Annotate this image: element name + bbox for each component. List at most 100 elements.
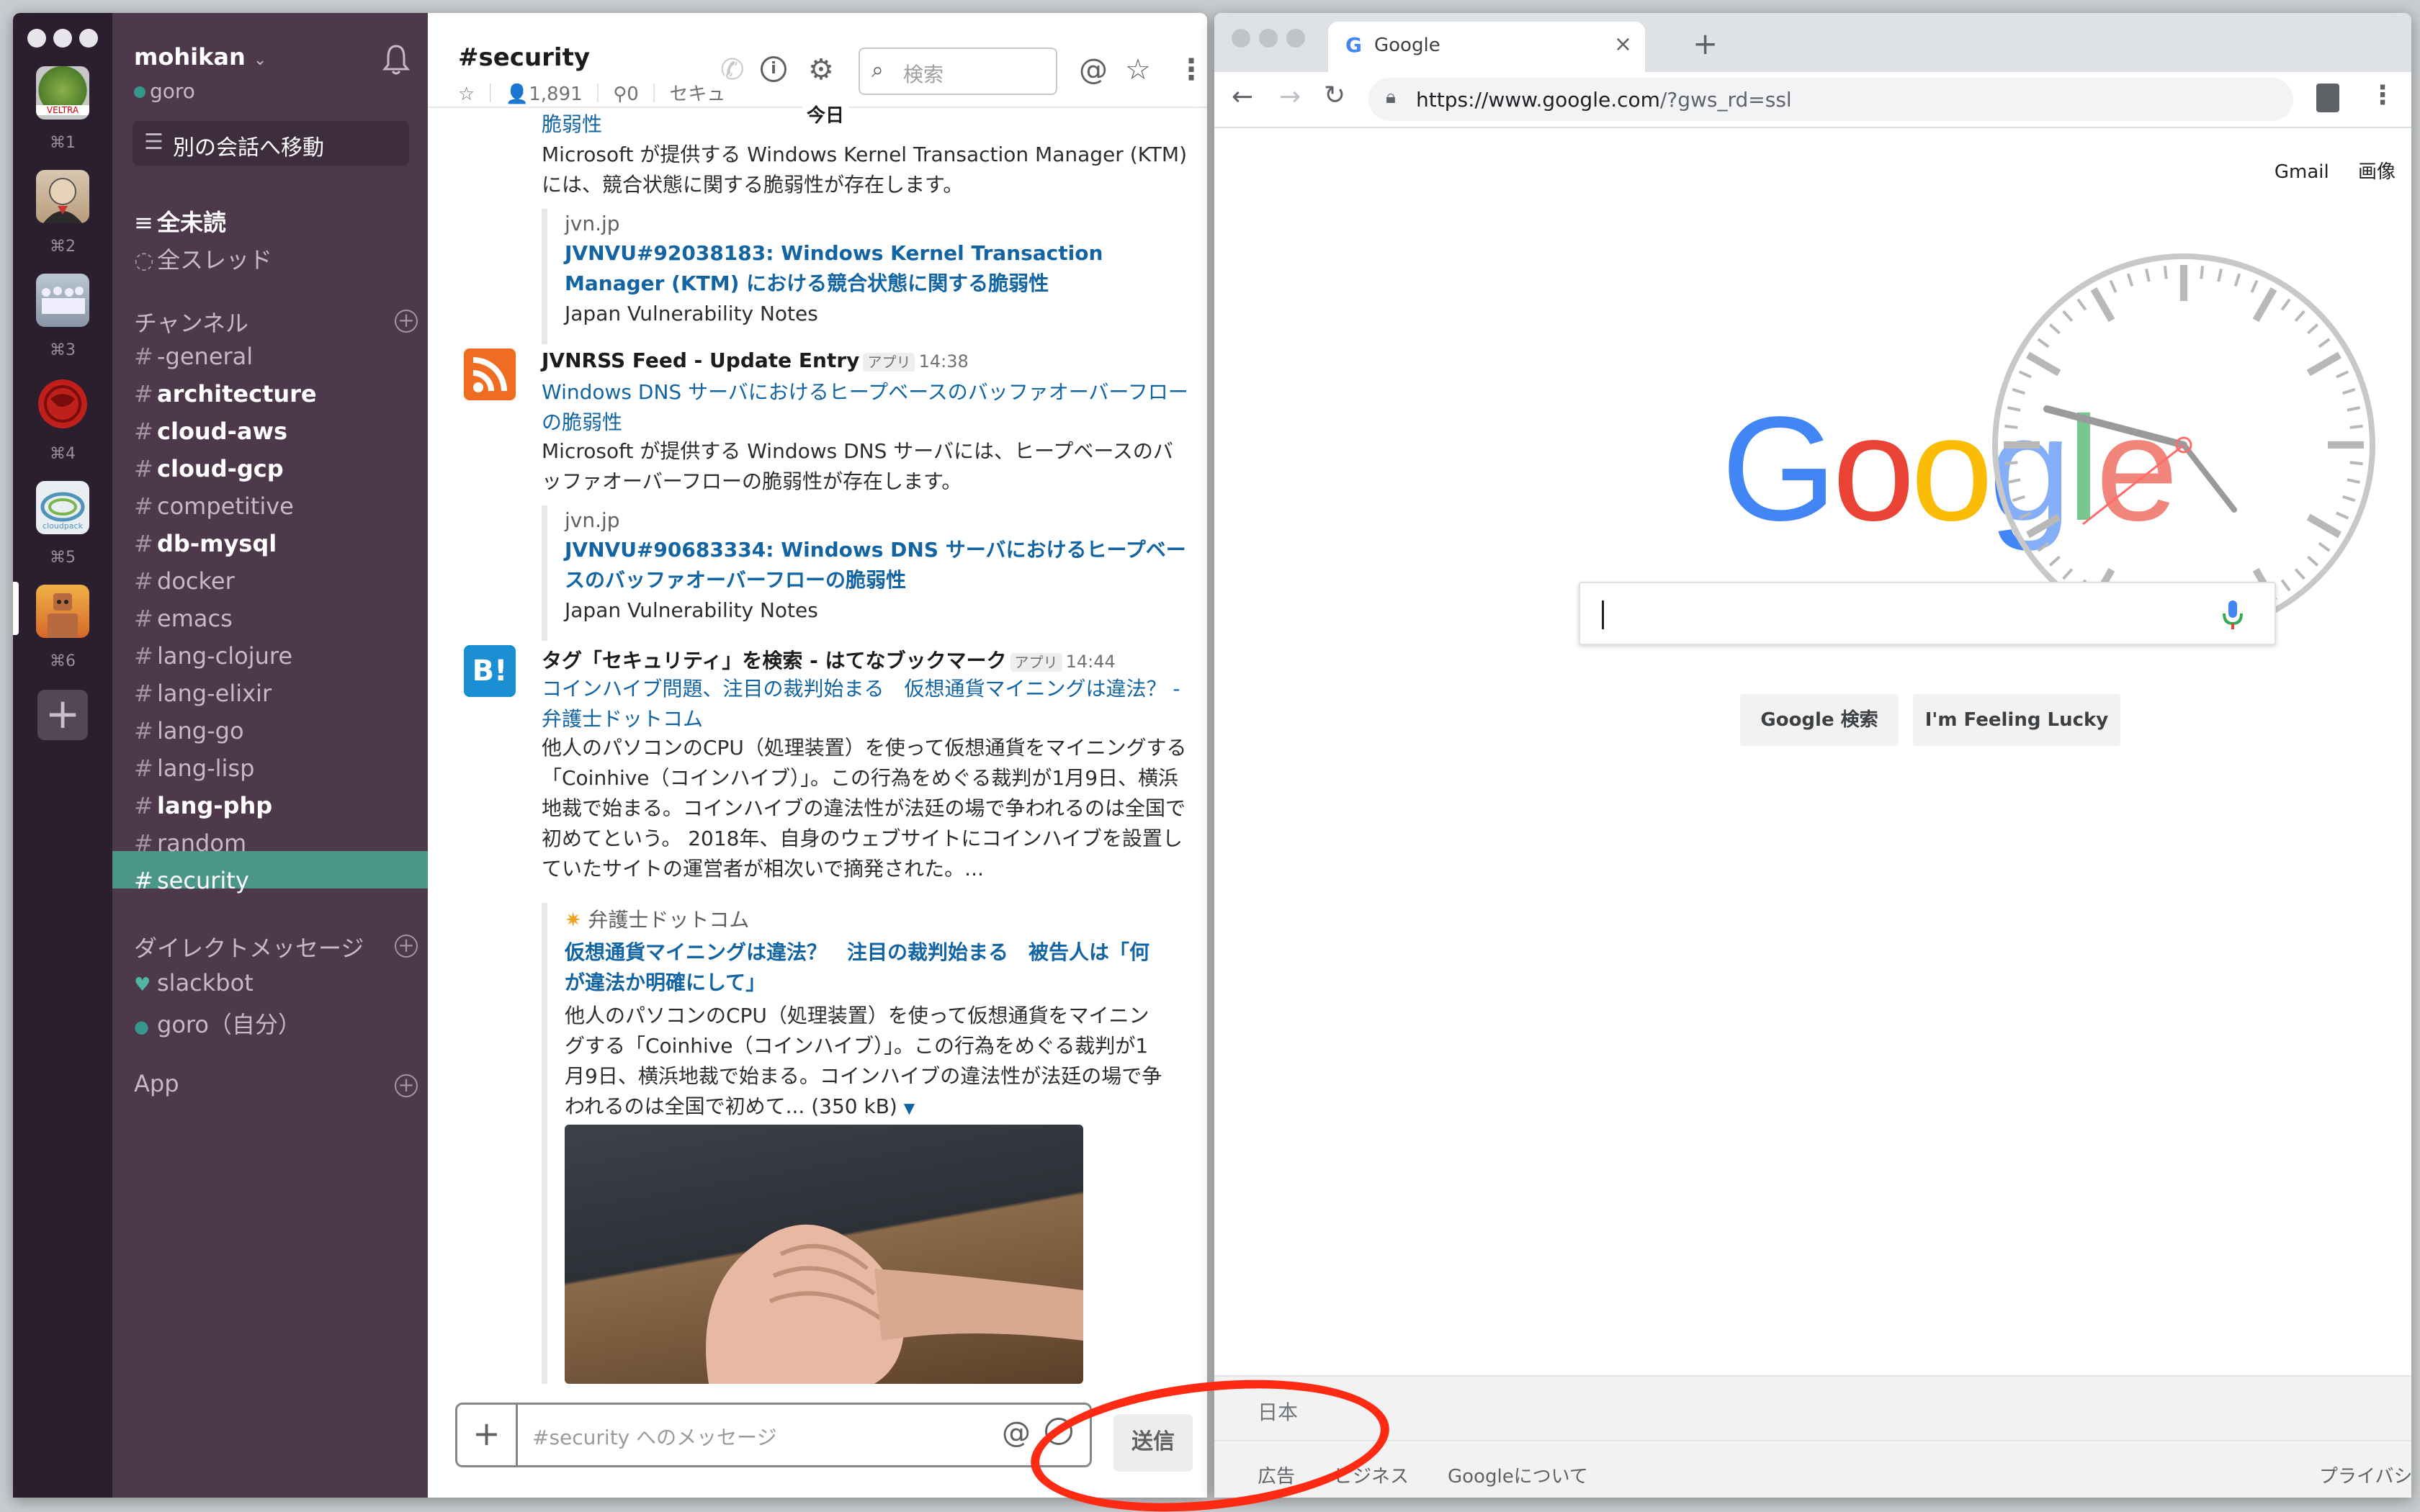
apps-header[interactable]: App [134, 1070, 179, 1097]
google-search-button[interactable]: Google 検索 [1740, 694, 1899, 746]
add-app-icon[interactable]: + [395, 1074, 418, 1097]
sidebar-channel-random[interactable]: # random [134, 829, 246, 857]
attachment-size[interactable]: (350 kB) [811, 1094, 897, 1118]
gmail-link[interactable]: Gmail [2275, 161, 2329, 183]
team-icon-3[interactable] [36, 274, 89, 327]
heart-icon: ♥ [134, 974, 151, 996]
add-team-button[interactable]: + [37, 690, 88, 740]
attach-plus-button[interactable]: + [457, 1405, 518, 1465]
sidebar-channel-cloud-gcp[interactable]: # cloud-gcp [134, 455, 284, 482]
channel-title[interactable]: #security [458, 43, 590, 72]
channel-name: random [157, 829, 247, 857]
feeling-lucky-button[interactable]: I'm Feeling Lucky [1913, 694, 2120, 746]
zoom-window-button[interactable] [1286, 29, 1305, 48]
phone-icon[interactable]: ✆ [720, 53, 745, 86]
message-composer[interactable]: + #security へのメッセージ @ [455, 1403, 1092, 1467]
attachment-title[interactable]: JVNVU#90683334: Windows DNS サーバにおけるヒープベー… [565, 535, 1190, 595]
timestamp[interactable]: 14:44 [1066, 652, 1116, 672]
reload-icon[interactable]: ↻ [1324, 81, 1345, 110]
sidebar-channel-cloud-aws[interactable]: # cloud-aws [134, 418, 287, 445]
sidebar-channel-db-mysql[interactable]: # db-mysql [134, 530, 277, 557]
mention-icon[interactable]: @ [1002, 1416, 1031, 1449]
all-threads-label: 全スレッド [157, 246, 273, 274]
search-input[interactable]: ⌕ 検索 [859, 48, 1057, 95]
sender-name[interactable]: タグ「セキュリティ」を検索 - はてなブックマーク [542, 649, 1006, 672]
message-link[interactable]: Windows DNS サーバにおけるヒープベースのバッファオーバーフローの脆弱… [542, 377, 1190, 438]
browser-tab[interactable]: G Google × [1328, 22, 1645, 72]
sidebar-channel-emacs[interactable]: # emacs [134, 605, 233, 632]
message-link[interactable]: 脆弱性 [542, 109, 1190, 140]
channel-view: #security ☆ ｜ 👤1,891 ｜ ⚲0 ｜ セキュ ✆ i ⚙ ⌕ … [428, 13, 1207, 1498]
team-icon-1[interactable]: VELTRA [36, 66, 89, 120]
address-bar[interactable]: 🔒︎ https://www.google.com/?gws_rd=ssl [1368, 78, 2293, 121]
rss-icon[interactable] [464, 348, 516, 400]
attachment-title[interactable]: JVNVU#92038183: Windows Kernel Transacti… [565, 238, 1190, 299]
sidebar-channel-security[interactable]: # security [134, 867, 249, 894]
forward-icon[interactable]: → [1279, 82, 1301, 112]
info-icon[interactable]: i [761, 56, 786, 82]
microphone-icon[interactable] [2218, 599, 2247, 631]
sidebar-channel-architecture[interactable]: # architecture [134, 380, 317, 408]
back-icon[interactable]: ← [1232, 82, 1253, 112]
clipboard-extension-icon[interactable] [2316, 84, 2339, 112]
attachment-title[interactable]: 仮想通貨マイニングは違法？ 注目の裁判始まる 被告人は「何が違法か明確にして」 [565, 937, 1168, 998]
sidebar-channel-lang-go[interactable]: # lang-go [134, 717, 244, 744]
pin-count[interactable]: 0 [627, 84, 639, 105]
minimize-window-button[interactable] [1259, 29, 1278, 48]
app-badge: アプリ [863, 353, 915, 372]
member-count[interactable]: 1,891 [529, 84, 582, 105]
channels-header[interactable]: チャンネル [134, 305, 248, 338]
sidebar-channel-lang-clojure[interactable]: # lang-clojure [134, 642, 292, 670]
channel-topic[interactable]: セキュ [669, 84, 725, 105]
bell-icon[interactable] [382, 43, 411, 75]
direct-messages-header[interactable]: ダイレクトメッセージ [134, 930, 364, 963]
url-host: https://www.google.com [1416, 88, 1660, 112]
footer-link-about[interactable]: Googleについて [1448, 1462, 1588, 1488]
all-unreads-link[interactable]: ≡ 全未読 [134, 204, 226, 238]
team-icon-2[interactable] [36, 170, 89, 223]
sidebar-channel-general[interactable]: # -general [134, 343, 253, 370]
dm-self[interactable]: ● goro（自分） [134, 1007, 301, 1040]
timestamp[interactable]: 14:38 [919, 351, 969, 372]
sender-name[interactable]: JVNRSS Feed - Update Entry [542, 348, 859, 372]
chrome-menu-icon[interactable]: ⋮ [2370, 81, 2396, 110]
hash-icon: # [134, 380, 153, 408]
google-search-input[interactable] [1579, 582, 2276, 645]
more-vertical-icon[interactable]: ⋮ [1177, 53, 1206, 86]
add-channel-icon[interactable]: + [395, 310, 418, 333]
attachment-image[interactable] [565, 1125, 1083, 1384]
sidebar-channel-docker[interactable]: # docker [134, 567, 235, 595]
team-icon-5[interactable]: cloudpack [36, 481, 89, 534]
footer-link-privacy[interactable]: プライバシー [2319, 1462, 2411, 1488]
all-threads-link[interactable]: ◌ 全スレッド [134, 242, 272, 275]
close-window-button[interactable] [1232, 29, 1250, 48]
sidebar-channel-lang-lisp[interactable]: # lang-lisp [134, 755, 254, 782]
hash-icon: # [134, 492, 153, 520]
team-icon-6[interactable] [36, 585, 89, 638]
sidebar-channel-lang-elixir[interactable]: # lang-elixir [134, 680, 272, 707]
hatena-bookmark-icon[interactable]: B! [464, 645, 516, 697]
workspace-menu[interactable]: mohikan ⌄ [134, 43, 266, 71]
star-icon[interactable]: ☆ [1125, 53, 1151, 86]
hash-icon: # [134, 792, 153, 819]
gear-icon[interactable]: ⚙ [808, 53, 834, 86]
caret-down-icon[interactable]: ▼ [904, 1099, 915, 1117]
team-icon-4[interactable] [36, 377, 89, 431]
hash-icon: # [134, 418, 153, 445]
star-outline-icon[interactable]: ☆ [458, 84, 475, 105]
dm-slackbot[interactable]: ♥ slackbot [134, 969, 254, 996]
channel-name: -general [157, 343, 254, 370]
images-link[interactable]: 画像 [2358, 161, 2396, 183]
add-dm-icon[interactable]: + [395, 935, 418, 958]
close-window-button[interactable] [27, 29, 46, 48]
sidebar-channel-lang-php[interactable]: # lang-php [134, 792, 272, 819]
minimize-window-button[interactable] [53, 29, 72, 48]
message-link[interactable]: コインハイブ問題、注目の裁判始まる 仮想通貨マイニングは違法？ - 弁護士ドット… [542, 674, 1190, 734]
zoom-window-button[interactable] [79, 29, 98, 48]
new-tab-icon[interactable]: + [1693, 26, 1718, 61]
message-header: タグ「セキュリティ」を検索 - はてなブックマーク アプリ 14:44 [542, 645, 1116, 674]
mentions-icon[interactable]: @ [1079, 53, 1108, 86]
close-tab-icon[interactable]: × [1614, 32, 1632, 57]
sidebar-channel-competitive[interactable]: # competitive [134, 492, 294, 520]
jump-to-conversation-button[interactable]: ☰ 別の会話へ移動 [133, 121, 409, 166]
